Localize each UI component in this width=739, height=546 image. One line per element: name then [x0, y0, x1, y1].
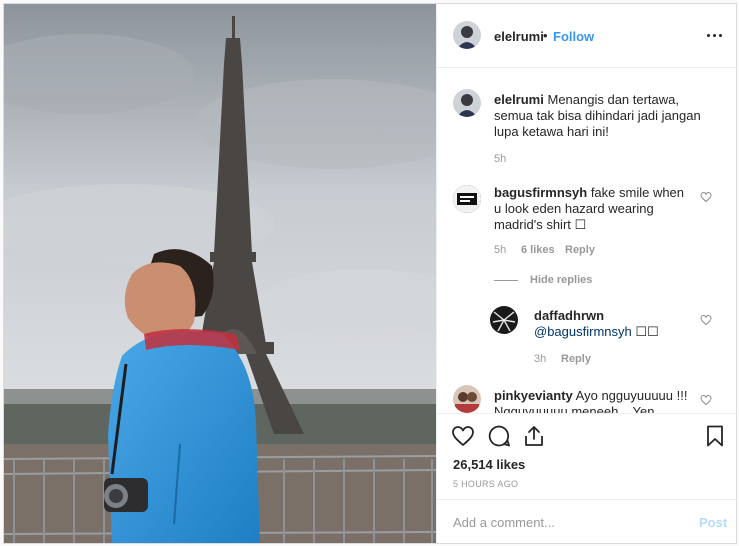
- comment-input[interactable]: [453, 513, 683, 531]
- add-comment-bar: Post: [437, 499, 737, 544]
- more-options-icon[interactable]: [705, 27, 725, 43]
- avatar[interactable]: [453, 185, 481, 213]
- post-modal: elelrumi • Follow elelrumi Menangis dan …: [3, 3, 737, 544]
- avatar[interactable]: [453, 21, 481, 49]
- mention-link[interactable]: @bagusfirmnsyh: [534, 324, 632, 339]
- comment-item: pinkyevianty Ayo ngguyuuuuu !!! Ngguyuuu…: [437, 381, 737, 413]
- share-icon[interactable]: [522, 424, 546, 448]
- comment-bubble-icon[interactable]: [487, 424, 511, 448]
- likes-count[interactable]: 26,514 likes: [453, 457, 525, 472]
- profile-picture-icon: [453, 21, 481, 49]
- comment-text: ☐☐: [635, 324, 659, 339]
- hide-replies-button[interactable]: Hide replies: [530, 274, 592, 286]
- profile-picture-icon: [490, 306, 518, 334]
- like-comment-heart-icon[interactable]: [700, 314, 712, 326]
- reply-button[interactable]: Reply: [561, 353, 591, 365]
- post-side-panel: elelrumi • Follow elelrumi Menangis dan …: [436, 4, 737, 543]
- post-header: elelrumi • Follow: [437, 4, 737, 68]
- profile-picture-icon: [453, 89, 481, 117]
- post-actions: 26,514 likes 5 HOURS AGO Post: [437, 413, 737, 543]
- profile-picture-icon: [453, 185, 481, 213]
- caption-comment: elelrumi Menangis dan tertawa, semua tak…: [437, 69, 737, 177]
- comment-username[interactable]: bagusfirmnsyh: [494, 185, 587, 200]
- reply-item: daffadhrwn @bagusfirmnsyh ☐☐ 3h Reply: [437, 301, 737, 369]
- comment-time[interactable]: 5h: [494, 153, 506, 165]
- comment-username[interactable]: pinkyevianty: [494, 388, 573, 403]
- like-comment-heart-icon[interactable]: [700, 191, 712, 203]
- post-comment-button[interactable]: Post: [699, 515, 727, 530]
- comment-item: bagusfirmnsyh fake smile when u look ede…: [437, 177, 737, 293]
- comment-username[interactable]: daffadhrwn: [534, 308, 604, 323]
- comment-username[interactable]: elelrumi: [494, 92, 544, 107]
- comment-list[interactable]: elelrumi Menangis dan tertawa, semua tak…: [437, 69, 737, 413]
- comment-likes[interactable]: 6 likes: [521, 244, 555, 256]
- eiffel-tower-photo: [4, 4, 436, 543]
- divider: [494, 280, 518, 281]
- reply-button[interactable]: Reply: [565, 244, 595, 256]
- follow-button[interactable]: Follow: [553, 29, 594, 44]
- avatar[interactable]: [453, 385, 481, 413]
- post-timestamp[interactable]: 5 HOURS AGO: [453, 479, 518, 489]
- comment-time[interactable]: 5h: [494, 244, 506, 256]
- profile-picture-icon: [453, 385, 481, 413]
- comment-time[interactable]: 3h: [534, 353, 546, 365]
- post-photo[interactable]: [4, 4, 436, 543]
- bookmark-icon[interactable]: [703, 424, 727, 448]
- page: elelrumi • Follow elelrumi Menangis dan …: [0, 0, 739, 546]
- avatar[interactable]: [453, 89, 481, 117]
- username-link[interactable]: elelrumi: [494, 29, 544, 44]
- like-comment-heart-icon[interactable]: [700, 394, 712, 406]
- avatar[interactable]: [490, 306, 518, 334]
- separator-dot: •: [543, 28, 548, 43]
- like-heart-icon[interactable]: [451, 424, 475, 448]
